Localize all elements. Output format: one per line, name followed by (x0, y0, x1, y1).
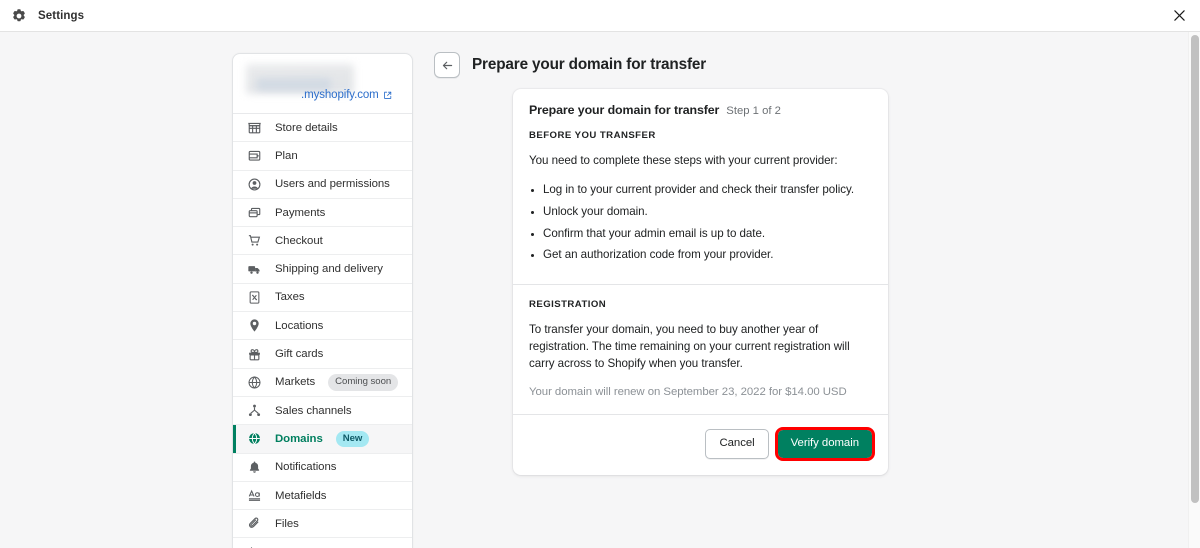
sidebar-item-shipping-and-delivery[interactable]: Shipping and delivery (233, 255, 412, 283)
sidebar-item-label: Gift cards (275, 348, 323, 360)
top-bar: Settings (0, 0, 1200, 32)
sidebar-item-label: Files (275, 518, 299, 530)
person-icon (247, 177, 262, 192)
page-title: Prepare your domain for transfer (472, 56, 706, 74)
scrollbar-thumb[interactable] (1191, 35, 1199, 503)
sidebar-item-label: Store details (275, 122, 338, 134)
store-domain-link[interactable]: .myshopify.com (301, 89, 392, 101)
sidebar-item-badge: New (336, 431, 370, 448)
transfer-steps-list: Log in to your current provider and chec… (529, 181, 872, 264)
settings-window: Settings .myshopify.com (0, 0, 1200, 548)
sidebar-item-label: Plan (275, 150, 298, 162)
top-bar-left: Settings (0, 7, 84, 24)
cancel-button[interactable]: Cancel (705, 429, 768, 459)
sidebar-item-plan[interactable]: Plan (233, 142, 412, 170)
channels-icon (247, 403, 262, 418)
store-icon (247, 120, 262, 135)
sidebar-item-payments[interactable]: Payments (233, 199, 412, 227)
card-title: Prepare your domain for transfer (529, 103, 719, 117)
location-pin-icon (247, 318, 262, 333)
gear-icon (10, 7, 27, 24)
sidebar-item-label: Domains (275, 433, 323, 445)
before-you-transfer-label: BEFORE YOU TRANSFER (529, 130, 872, 141)
domains-globe-icon (247, 431, 262, 446)
before-you-transfer-section: Prepare your domain for transfer Step 1 … (513, 89, 888, 284)
sidebar-item-store-details[interactable]: Store details (233, 114, 412, 142)
sidebar-item-checkout[interactable]: Checkout (233, 227, 412, 255)
sidebar-item-locations[interactable]: Locations (233, 312, 412, 340)
sidebar-item-label: Shipping and delivery (275, 263, 383, 275)
registration-section: REGISTRATION To transfer your domain, yo… (513, 284, 888, 413)
cart-icon (247, 233, 262, 248)
before-you-transfer-intro: You need to complete these steps with yo… (529, 153, 872, 170)
wallet-icon (247, 148, 262, 163)
verify-domain-button[interactable]: Verify domain (778, 430, 872, 458)
sidebar-item-gift-cards[interactable]: Gift cards (233, 340, 412, 368)
page-header: Prepare your domain for transfer (434, 52, 706, 78)
payments-icon (247, 205, 262, 220)
globe-icon (247, 375, 262, 390)
registration-text: To transfer your domain, you need to buy… (529, 322, 872, 372)
window-title: Settings (38, 10, 84, 22)
transfer-step-item: Confirm that your admin email is up to d… (543, 225, 872, 242)
back-button[interactable] (434, 52, 460, 78)
sidebar-item-notifications[interactable]: Notifications (233, 454, 412, 482)
sidebar-item-users-and-permissions[interactable]: Users and permissions (233, 171, 412, 199)
sidebar-item-markets[interactable]: Markets Coming soon (233, 369, 412, 397)
card-title-row: Prepare your domain for transfer Step 1 … (529, 103, 872, 117)
sidebar-item-label: Sales channels (275, 405, 352, 417)
sidebar-item-metafields[interactable]: Metafields (233, 482, 412, 510)
card-actions: Cancel Verify domain (513, 414, 888, 475)
transfer-card: Prepare your domain for transfer Step 1 … (513, 89, 888, 475)
renewal-note: Your domain will renew on September 23, … (529, 386, 872, 398)
truck-icon (247, 262, 262, 277)
sidebar-item-label: Locations (275, 320, 323, 332)
store-domain-label: .myshopify.com (301, 89, 379, 101)
sidebar-item-files[interactable]: Files (233, 510, 412, 538)
sidebar-item-label: Taxes (275, 291, 305, 303)
external-link-icon (383, 91, 392, 100)
sidebar-item-label: Payments (275, 207, 325, 219)
settings-body: .myshopify.com Store details Plan Users an… (0, 32, 1200, 548)
sidebar-item-label: Metafields (275, 490, 326, 502)
store-header: .myshopify.com (233, 54, 412, 114)
settings-sidebar: .myshopify.com Store details Plan Users an… (232, 53, 413, 548)
sidebar-item-label: Checkout (275, 235, 323, 247)
vertical-scrollbar[interactable] (1188, 32, 1200, 548)
sidebar-item-label: Markets (275, 376, 315, 388)
transfer-step-item: Get an authorization code from your prov… (543, 246, 872, 263)
sidebar-item-label: Notifications (275, 461, 336, 473)
transfer-step-item: Unlock your domain. (543, 203, 872, 220)
main-pane: Prepare your domain for transfer Prepare… (413, 32, 1188, 548)
sidebar-item-domains[interactable]: Domains New (233, 425, 412, 453)
gift-icon (247, 347, 262, 362)
sidebar-item-sales-channels[interactable]: Sales channels (233, 397, 412, 425)
sidebar-nav-list: Store details Plan Users and permissions Pa… (233, 114, 412, 548)
taxes-icon (247, 290, 262, 305)
transfer-step-item: Log in to your current provider and chec… (543, 181, 872, 198)
sidebar-item-taxes[interactable]: Taxes (233, 284, 412, 312)
sidebar-item-languages[interactable]: Languages (233, 538, 412, 548)
paperclip-icon (247, 516, 262, 531)
bell-icon (247, 460, 262, 475)
close-icon[interactable] (1169, 6, 1189, 26)
sidebar-item-label: Users and permissions (275, 178, 390, 190)
card-step-indicator: Step 1 of 2 (726, 105, 781, 117)
metafields-icon (247, 488, 262, 503)
registration-label: REGISTRATION (529, 299, 872, 310)
sidebar-item-badge: Coming soon (328, 374, 398, 391)
